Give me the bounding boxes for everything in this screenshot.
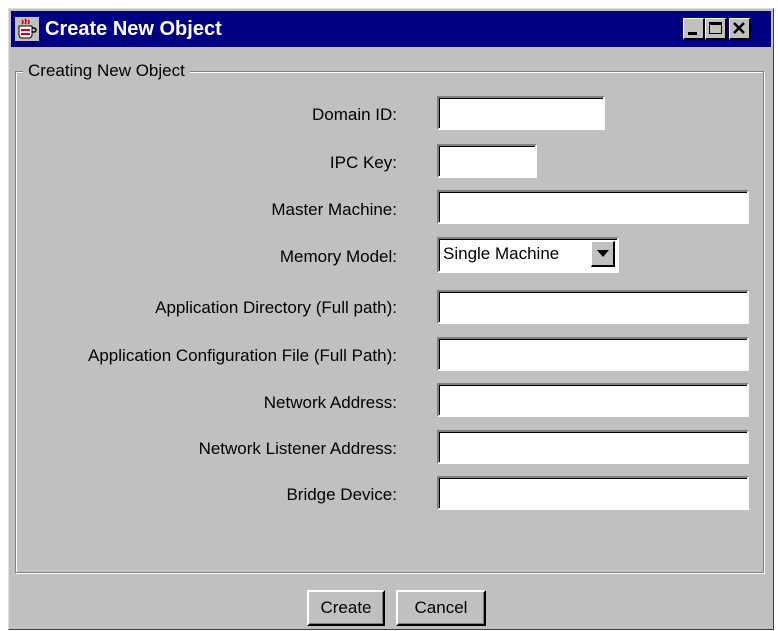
window-title: Create New Object: [45, 18, 222, 40]
network-address-input[interactable]: [437, 383, 749, 417]
app-directory-input[interactable]: [437, 290, 749, 324]
title-bar[interactable]: Create New Object: [11, 11, 771, 47]
network-address-label: Network Address:: [263, 393, 397, 412]
memory-model-value: Single Machine: [443, 244, 560, 263]
bridge-device-label: Bridge Device:: [286, 485, 397, 504]
close-button[interactable]: [729, 18, 751, 40]
create-button[interactable]: Create: [307, 590, 385, 626]
cancel-button[interactable]: Cancel: [396, 590, 486, 626]
app-config-file-label: Application Configuration File (Full Pat…: [88, 346, 397, 365]
network-listener-address-input[interactable]: [437, 430, 749, 464]
chevron-down-icon: [597, 250, 609, 257]
ipc-key-label: IPC Key:: [329, 153, 397, 172]
master-machine-input[interactable]: [437, 190, 749, 224]
minimize-icon: [688, 32, 697, 35]
network-listener-address-label: Network Listener Address:: [198, 439, 397, 458]
close-icon: [733, 22, 745, 34]
minimize-button[interactable]: [683, 18, 705, 40]
ipc-key-input[interactable]: [437, 144, 537, 178]
app-config-file-input[interactable]: [437, 337, 749, 371]
master-machine-label: Master Machine:: [271, 200, 397, 219]
bridge-device-input[interactable]: [437, 476, 749, 510]
java-coffee-cup-icon: [15, 17, 39, 41]
memory-model-select[interactable]: Single Machine: [437, 237, 619, 273]
memory-model-label: Memory Model:: [279, 247, 397, 266]
domain-id-input[interactable]: [437, 96, 605, 130]
app-directory-label: Application Directory (Full path):: [155, 298, 397, 317]
create-new-object-dialog: Create New Object Creating New Object Do…: [8, 8, 774, 630]
dropdown-button[interactable]: [591, 241, 615, 267]
group-title: Creating New Object: [23, 61, 190, 81]
maximize-button[interactable]: [705, 18, 727, 40]
domain-id-label: Domain ID:: [311, 105, 397, 124]
maximize-icon: [709, 22, 722, 34]
